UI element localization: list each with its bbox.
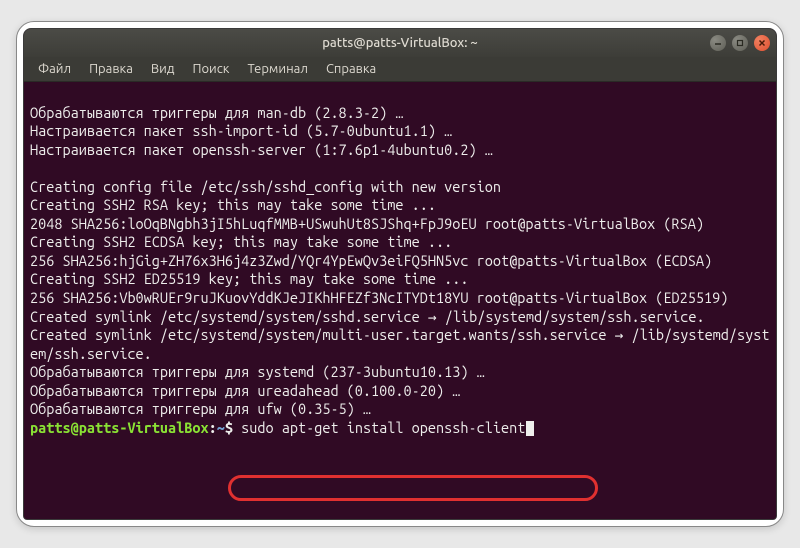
menu-view[interactable]: Вид [143,59,183,79]
terminal-viewport[interactable]: Обрабатываются триггеры для man-db (2.8.… [24,82,776,519]
annotation-highlight [228,475,598,501]
maximize-button[interactable] [732,35,748,51]
terminal-line: Created symlink /etc/systemd/system/mult… [30,326,770,362]
prompt-dollar: $ [225,419,241,436]
terminal-line: Настраивается пакет ssh-import-id (5.7-0… [30,122,452,139]
menubar: Файл Правка Вид Поиск Терминал Справка [24,57,776,82]
terminal-line: Creating SSH2 ECDSA key; this may take s… [30,233,452,250]
cursor-icon [526,421,534,436]
menu-file[interactable]: Файл [30,59,79,79]
terminal-line: 256 SHA256:Vb0wRUEr9ruJKuovYddKJeJIKhHFE… [30,289,728,306]
prompt-colon: : [209,419,217,436]
terminal-line: Обрабатываются триггеры для systemd (237… [30,363,485,380]
prompt-line: patts@patts-VirtualBox:~$ sudo apt-get i… [30,419,534,436]
terminal-line: Обрабатываются триггеры для man-db (2.8.… [30,104,404,121]
prompt-user-host: patts@patts-VirtualBox [30,419,209,436]
terminal-line: Creating SSH2 ED25519 key; this may take… [30,270,468,287]
menu-terminal[interactable]: Терминал [239,59,315,79]
terminal-line: Creating config file /etc/ssh/sshd_confi… [30,178,501,195]
menu-help[interactable]: Справка [318,59,384,79]
screenshot-frame: patts@patts-VirtualBox: ~ Файл Правка Ви… [16,21,784,527]
terminal-line: Настраивается пакет openssh-server (1:7.… [30,141,493,158]
window-title: patts@patts-VirtualBox: ~ [322,36,478,50]
terminal-window: patts@patts-VirtualBox: ~ Файл Правка Ви… [23,28,777,520]
terminal-line: Обрабатываются триггеры для ufw (0.35-5)… [30,400,371,417]
window-controls [710,35,770,51]
close-button[interactable] [754,35,770,51]
command-input[interactable]: sudo apt-get install openssh-client [241,419,525,436]
prompt-path: ~ [217,419,225,436]
terminal-line: 256 SHA256:hjGig+ZH76x3H6j4z3Zwd/YQr4YpE… [30,252,712,269]
terminal-line: Creating SSH2 RSA key; this may take som… [30,196,436,213]
menu-edit[interactable]: Правка [81,59,141,79]
window-titlebar[interactable]: patts@patts-VirtualBox: ~ [24,29,776,57]
terminal-line: 2048 SHA256:loOqBNgbh3jI5hLuqfMMB+USwuhU… [30,215,704,232]
menu-search[interactable]: Поиск [184,59,237,79]
minimize-button[interactable] [710,35,726,51]
terminal-line: Обрабатываются триггеры для ureadahead (… [30,382,460,399]
terminal-line: Created symlink /etc/systemd/system/sshd… [30,308,705,325]
